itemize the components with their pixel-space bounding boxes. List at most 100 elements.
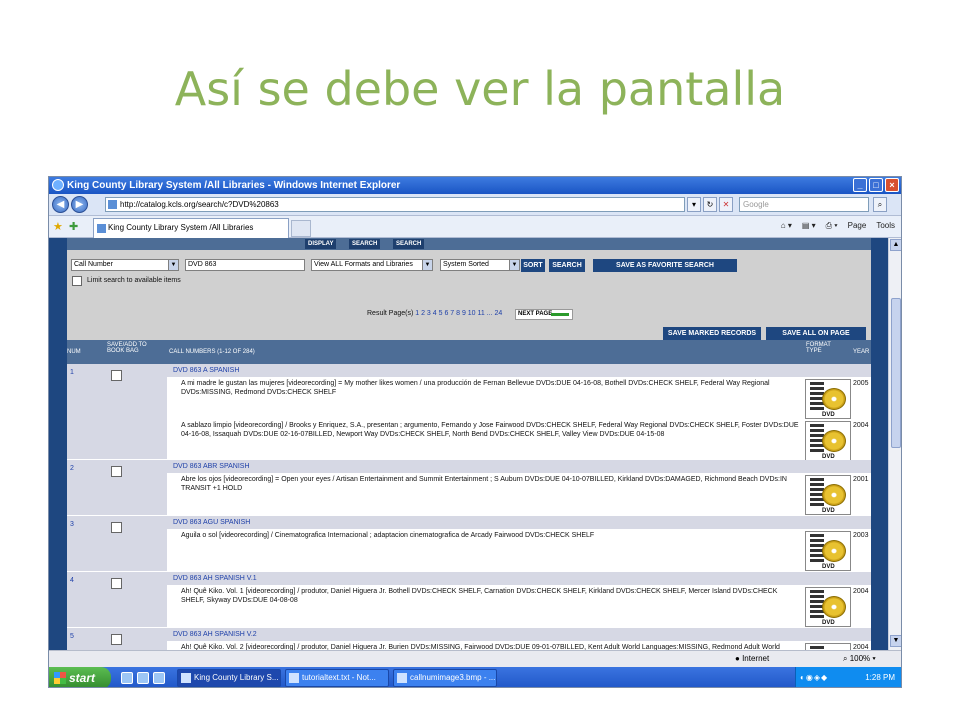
- record-item: Ah! Quê Kiko. Vol. 1 [videorecording] / …: [167, 586, 871, 628]
- record-num-column: 3: [67, 516, 167, 571]
- record-item: A sablazo limpio [videorecording] / Broo…: [167, 420, 871, 462]
- save-checkbox[interactable]: [111, 634, 122, 645]
- search-input[interactable]: Google: [739, 197, 869, 212]
- task-notepad-label: tutorialtext.txt - Not...: [302, 673, 376, 682]
- search-value-text: DVD 863: [188, 261, 217, 268]
- dvd-label: DVD: [822, 412, 835, 418]
- scroll-up-icon[interactable]: ▲: [890, 239, 901, 251]
- item-title-link[interactable]: A sablazo limpio [videorecording] / Broo…: [169, 421, 799, 439]
- record-number: 4: [70, 577, 74, 584]
- task-ie[interactable]: King County Library S...: [177, 669, 281, 687]
- desktop-quicklaunch-icon[interactable]: [137, 672, 149, 684]
- search-panel: Call Number ▼ DVD 863 View ALL Formats an…: [67, 250, 871, 340]
- result-pages-label: Result Page(s): [367, 310, 414, 317]
- favorites-star-icon[interactable]: ★: [53, 220, 63, 233]
- page-content: DISPLAY SEARCH SEARCH Call Number ▼ DVD 8…: [49, 238, 888, 650]
- task-notepad[interactable]: tutorialtext.txt - Not...: [285, 669, 389, 687]
- result-pages: Result Page(s) 1 2 3 4 5 6 7 8 9 10 11 .…: [367, 310, 502, 317]
- record-item: Abre los ojos [videorecording] = Open yo…: [167, 474, 871, 516]
- print-icon[interactable]: ⎙ ▾: [826, 221, 838, 231]
- search-button-top-1[interactable]: SEARCH: [349, 239, 381, 249]
- status-bar: ● Internet ⌕ 100% ▾: [49, 650, 901, 667]
- ie-icon: [52, 179, 64, 191]
- tools-menu[interactable]: Tools: [876, 221, 895, 231]
- feeds-icon[interactable]: ▤ ▾: [802, 221, 816, 231]
- close-button[interactable]: ×: [885, 178, 899, 192]
- tray-icons[interactable]: ◐◉◈◆: [800, 667, 828, 687]
- call-number-link[interactable]: DVD 863 AH SPANISH V.2: [167, 628, 871, 641]
- dvd-format-icon: DVD: [805, 587, 851, 627]
- vertical-scrollbar[interactable]: ▲ ▼: [888, 238, 901, 650]
- zoom-level[interactable]: ⌕ 100% ▾: [843, 654, 876, 664]
- stop-icon[interactable]: ✕: [719, 197, 733, 212]
- save-checkbox[interactable]: [111, 578, 122, 589]
- tab-kcls[interactable]: King County Library System /All Librarie…: [93, 218, 289, 238]
- ie-quicklaunch-icon[interactable]: [121, 672, 133, 684]
- search-button-top-2[interactable]: SEARCH: [393, 239, 425, 249]
- item-title-link[interactable]: A mi madre le gustan las mujeres [videor…: [169, 379, 799, 397]
- save-favorite-search-button[interactable]: SAVE AS FAVORITE SEARCH: [593, 259, 737, 272]
- item-year: 2001: [853, 476, 869, 483]
- record-item: Aguila o sol [videorecording] / Cinemato…: [167, 530, 871, 572]
- format-select[interactable]: View ALL Formats and Libraries ▼: [311, 259, 433, 271]
- item-year: 2004: [853, 422, 869, 429]
- call-number-link[interactable]: DVD 863 AGU SPANISH: [167, 516, 871, 529]
- task-ie-label: King County Library S...: [194, 673, 279, 682]
- save-checkbox[interactable]: [111, 370, 122, 381]
- item-title-link[interactable]: Ah! Quê Kiko. Vol. 1 [videorecording] / …: [169, 587, 799, 605]
- media-quicklaunch-icon[interactable]: [153, 672, 165, 684]
- sort-button[interactable]: SORT: [521, 259, 545, 272]
- save-all-on-page-button[interactable]: SAVE ALL ON PAGE: [766, 327, 866, 340]
- search-type-select[interactable]: Call Number ▼: [71, 259, 179, 271]
- item-title-link[interactable]: Ah! Quê Kiko. Vol. 2 [videorecording] / …: [169, 643, 799, 650]
- chevron-down-icon: ▼: [509, 260, 519, 270]
- display-button[interactable]: DISPLAY: [305, 239, 337, 249]
- dvd-format-icon: DVD: [805, 379, 851, 419]
- search-type-value: Call Number: [74, 261, 113, 268]
- save-marked-records-button[interactable]: SAVE MARKED RECORDS: [663, 327, 761, 340]
- disc-icon: [822, 540, 846, 562]
- search-icon[interactable]: ⌕: [873, 197, 887, 212]
- back-arrow-icon[interactable]: ◀: [52, 196, 69, 213]
- left-gutter: [49, 238, 67, 650]
- page-menu[interactable]: Page: [848, 221, 867, 231]
- search-value-input[interactable]: DVD 863: [185, 259, 305, 271]
- item-year: 2004: [853, 588, 869, 595]
- save-checkbox[interactable]: [111, 466, 122, 477]
- format-select-value: View ALL Formats and Libraries: [314, 261, 413, 268]
- dvd-label: DVD: [822, 564, 835, 570]
- result-record: 5 DVD 863 AH SPANISH V.2 Ah! Quê Kiko. Vol…: [67, 628, 871, 650]
- slide-title: Así se debe ver la pantalla: [174, 62, 786, 116]
- task-paint[interactable]: callnumimage3.bmp - ...: [393, 669, 497, 687]
- scroll-down-icon[interactable]: ▼: [890, 635, 901, 647]
- task-paint-label: callnumimage3.bmp - ...: [410, 673, 496, 682]
- home-icon[interactable]: ⌂ ▾: [781, 221, 792, 231]
- record-item: Ah! Quê Kiko. Vol. 2 [videorecording] / …: [167, 642, 871, 650]
- clock: 1:28 PM: [865, 673, 895, 682]
- refresh-icon[interactable]: ↻: [703, 197, 717, 212]
- start-button[interactable]: start: [49, 667, 111, 687]
- chevron-down-icon: ▼: [168, 260, 178, 270]
- item-title-link[interactable]: Abre los ojos [videorecording] = Open yo…: [169, 475, 799, 493]
- sort-select[interactable]: System Sorted ▼: [440, 259, 520, 271]
- call-number-link[interactable]: DVD 863 ABR SPANISH: [167, 460, 871, 473]
- internet-zone-label: Internet: [742, 654, 770, 663]
- forward-arrow-icon[interactable]: ▶: [71, 196, 88, 213]
- call-number-link[interactable]: DVD 863 AH SPANISH V.1: [167, 572, 871, 585]
- add-favorite-icon[interactable]: ✚: [69, 220, 78, 233]
- maximize-button[interactable]: □: [869, 178, 883, 192]
- minimize-button[interactable]: _: [853, 178, 867, 192]
- result-page-links[interactable]: 1 2 3 4 5 6 7 8 9 10 11 ... 24: [415, 310, 502, 317]
- item-title-link[interactable]: Aguila o sol [videorecording] / Cinemato…: [169, 531, 799, 540]
- limit-available-checkbox[interactable]: [72, 276, 82, 286]
- call-number-link[interactable]: DVD 863 A SPANISH: [167, 364, 871, 377]
- save-checkbox[interactable]: [111, 522, 122, 533]
- url-field[interactable]: http://catalog.kcls.org/search/c?DVD%208…: [105, 197, 685, 212]
- next-page-button[interactable]: NEXT PAGE: [515, 309, 573, 320]
- scroll-thumb[interactable]: [891, 298, 901, 448]
- record-num-column: 4: [67, 572, 167, 627]
- new-tab-button[interactable]: [291, 220, 311, 237]
- url-dropdown-icon[interactable]: ▾: [687, 197, 701, 212]
- search-button[interactable]: SEARCH: [549, 259, 585, 272]
- url-text: http://catalog.kcls.org/search/c?DVD%208…: [120, 200, 279, 209]
